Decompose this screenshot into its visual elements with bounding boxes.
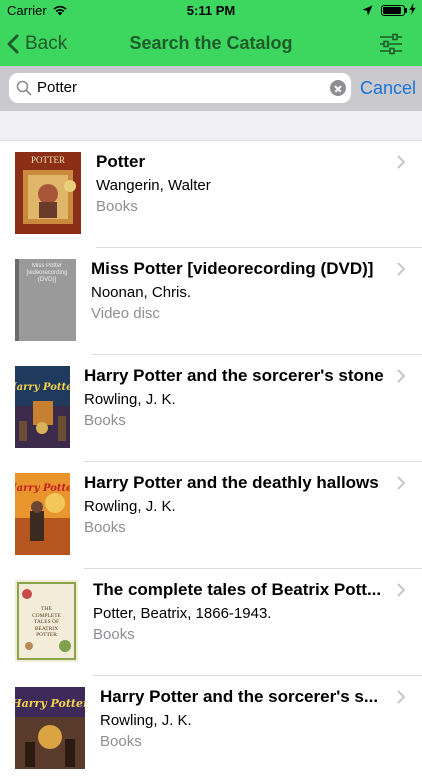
svg-text:Harry Potter: Harry Potter bbox=[15, 382, 70, 393]
clear-search-icon[interactable] bbox=[330, 80, 346, 96]
result-format: Video disc bbox=[91, 305, 160, 322]
chevron-right-icon bbox=[397, 476, 405, 490]
list-item[interactable]: POTTER Potter Wangerin, Walter Books bbox=[0, 141, 422, 248]
svg-text:Harry Potter: Harry Potter bbox=[15, 483, 70, 494]
results-list: POTTER Potter Wangerin, Walter Books Mis… bbox=[0, 141, 422, 783]
result-author: Rowling, J. K. bbox=[84, 498, 176, 515]
result-title: Harry Potter and the sorcerer's s... bbox=[100, 687, 379, 706]
book-cover: Harry Potter bbox=[15, 687, 85, 769]
battery-level bbox=[383, 7, 401, 14]
result-author: Rowling, J. K. bbox=[100, 712, 192, 729]
chevron-right-icon bbox=[397, 262, 405, 276]
chevron-left-icon bbox=[7, 34, 19, 54]
result-title: Potter bbox=[96, 152, 146, 171]
list-item[interactable]: THE COMPLETE TALES OF BEATRIX POTTER The… bbox=[0, 569, 422, 676]
navigation-bar: Carrier 5:11 PM Back Search the Catalog bbox=[0, 0, 422, 66]
status-bar: Carrier 5:11 PM bbox=[0, 0, 422, 22]
result-format: Books bbox=[100, 733, 142, 750]
list-item[interactable]: Harry Potter Harry Potter and the sorcer… bbox=[0, 676, 422, 783]
battery-icon bbox=[381, 5, 405, 16]
charging-bolt-icon bbox=[409, 3, 416, 18]
result-author: Wangerin, Walter bbox=[96, 177, 211, 194]
chevron-right-icon bbox=[397, 155, 405, 169]
book-cover: Harry Potter bbox=[15, 366, 70, 448]
search-icon bbox=[16, 80, 32, 101]
svg-text:Harry Potter: Harry Potter bbox=[15, 697, 85, 710]
search-input[interactable]: Potter bbox=[9, 73, 351, 103]
result-format: Books bbox=[93, 626, 135, 643]
list-item[interactable]: Harry Potter Harry Potter and the deathl… bbox=[0, 462, 422, 569]
result-author: Noonan, Chris. bbox=[91, 284, 192, 301]
book-cover: Miss Potter [videorecording (DVD)] bbox=[15, 259, 76, 341]
result-format: Books bbox=[84, 412, 126, 429]
book-cover: POTTER bbox=[15, 152, 81, 234]
search-input-value: Potter bbox=[37, 79, 78, 96]
sliders-icon bbox=[380, 33, 402, 55]
battery-tip bbox=[405, 8, 407, 13]
result-author: Rowling, J. K. bbox=[84, 391, 176, 408]
result-title: Harry Potter and the sorcerer's stone bbox=[84, 366, 384, 385]
cancel-button[interactable]: Cancel bbox=[360, 78, 416, 99]
result-title: The complete tales of Beatrix Pott... bbox=[93, 580, 382, 599]
svg-text:POTTER: POTTER bbox=[31, 155, 65, 165]
search-bar: Potter bbox=[0, 66, 422, 111]
back-label: Back bbox=[25, 33, 68, 54]
chevron-right-icon bbox=[397, 690, 405, 704]
book-cover: THE COMPLETE TALES OF BEATRIX POTTER bbox=[15, 580, 78, 662]
section-spacer bbox=[0, 111, 422, 141]
list-item[interactable]: Miss Potter [videorecording (DVD)] Miss … bbox=[0, 248, 422, 355]
book-cover: Harry Potter bbox=[15, 473, 70, 555]
location-arrow-icon bbox=[362, 4, 373, 19]
result-format: Books bbox=[84, 519, 126, 536]
result-author: Potter, Beatrix, 1866-1943. bbox=[93, 605, 272, 622]
chevron-right-icon bbox=[397, 583, 405, 597]
status-time: 5:11 PM bbox=[186, 3, 236, 18]
result-title: Miss Potter [videorecording (DVD)] bbox=[91, 259, 374, 278]
back-button[interactable]: Back bbox=[7, 32, 67, 56]
result-title: Harry Potter and the deathly hallows bbox=[84, 473, 379, 492]
chevron-right-icon bbox=[397, 369, 405, 383]
result-format: Books bbox=[96, 198, 138, 215]
filter-settings-button[interactable] bbox=[378, 32, 404, 56]
list-item[interactable]: Harry Potter Harry Potter and the sorcer… bbox=[0, 355, 422, 462]
